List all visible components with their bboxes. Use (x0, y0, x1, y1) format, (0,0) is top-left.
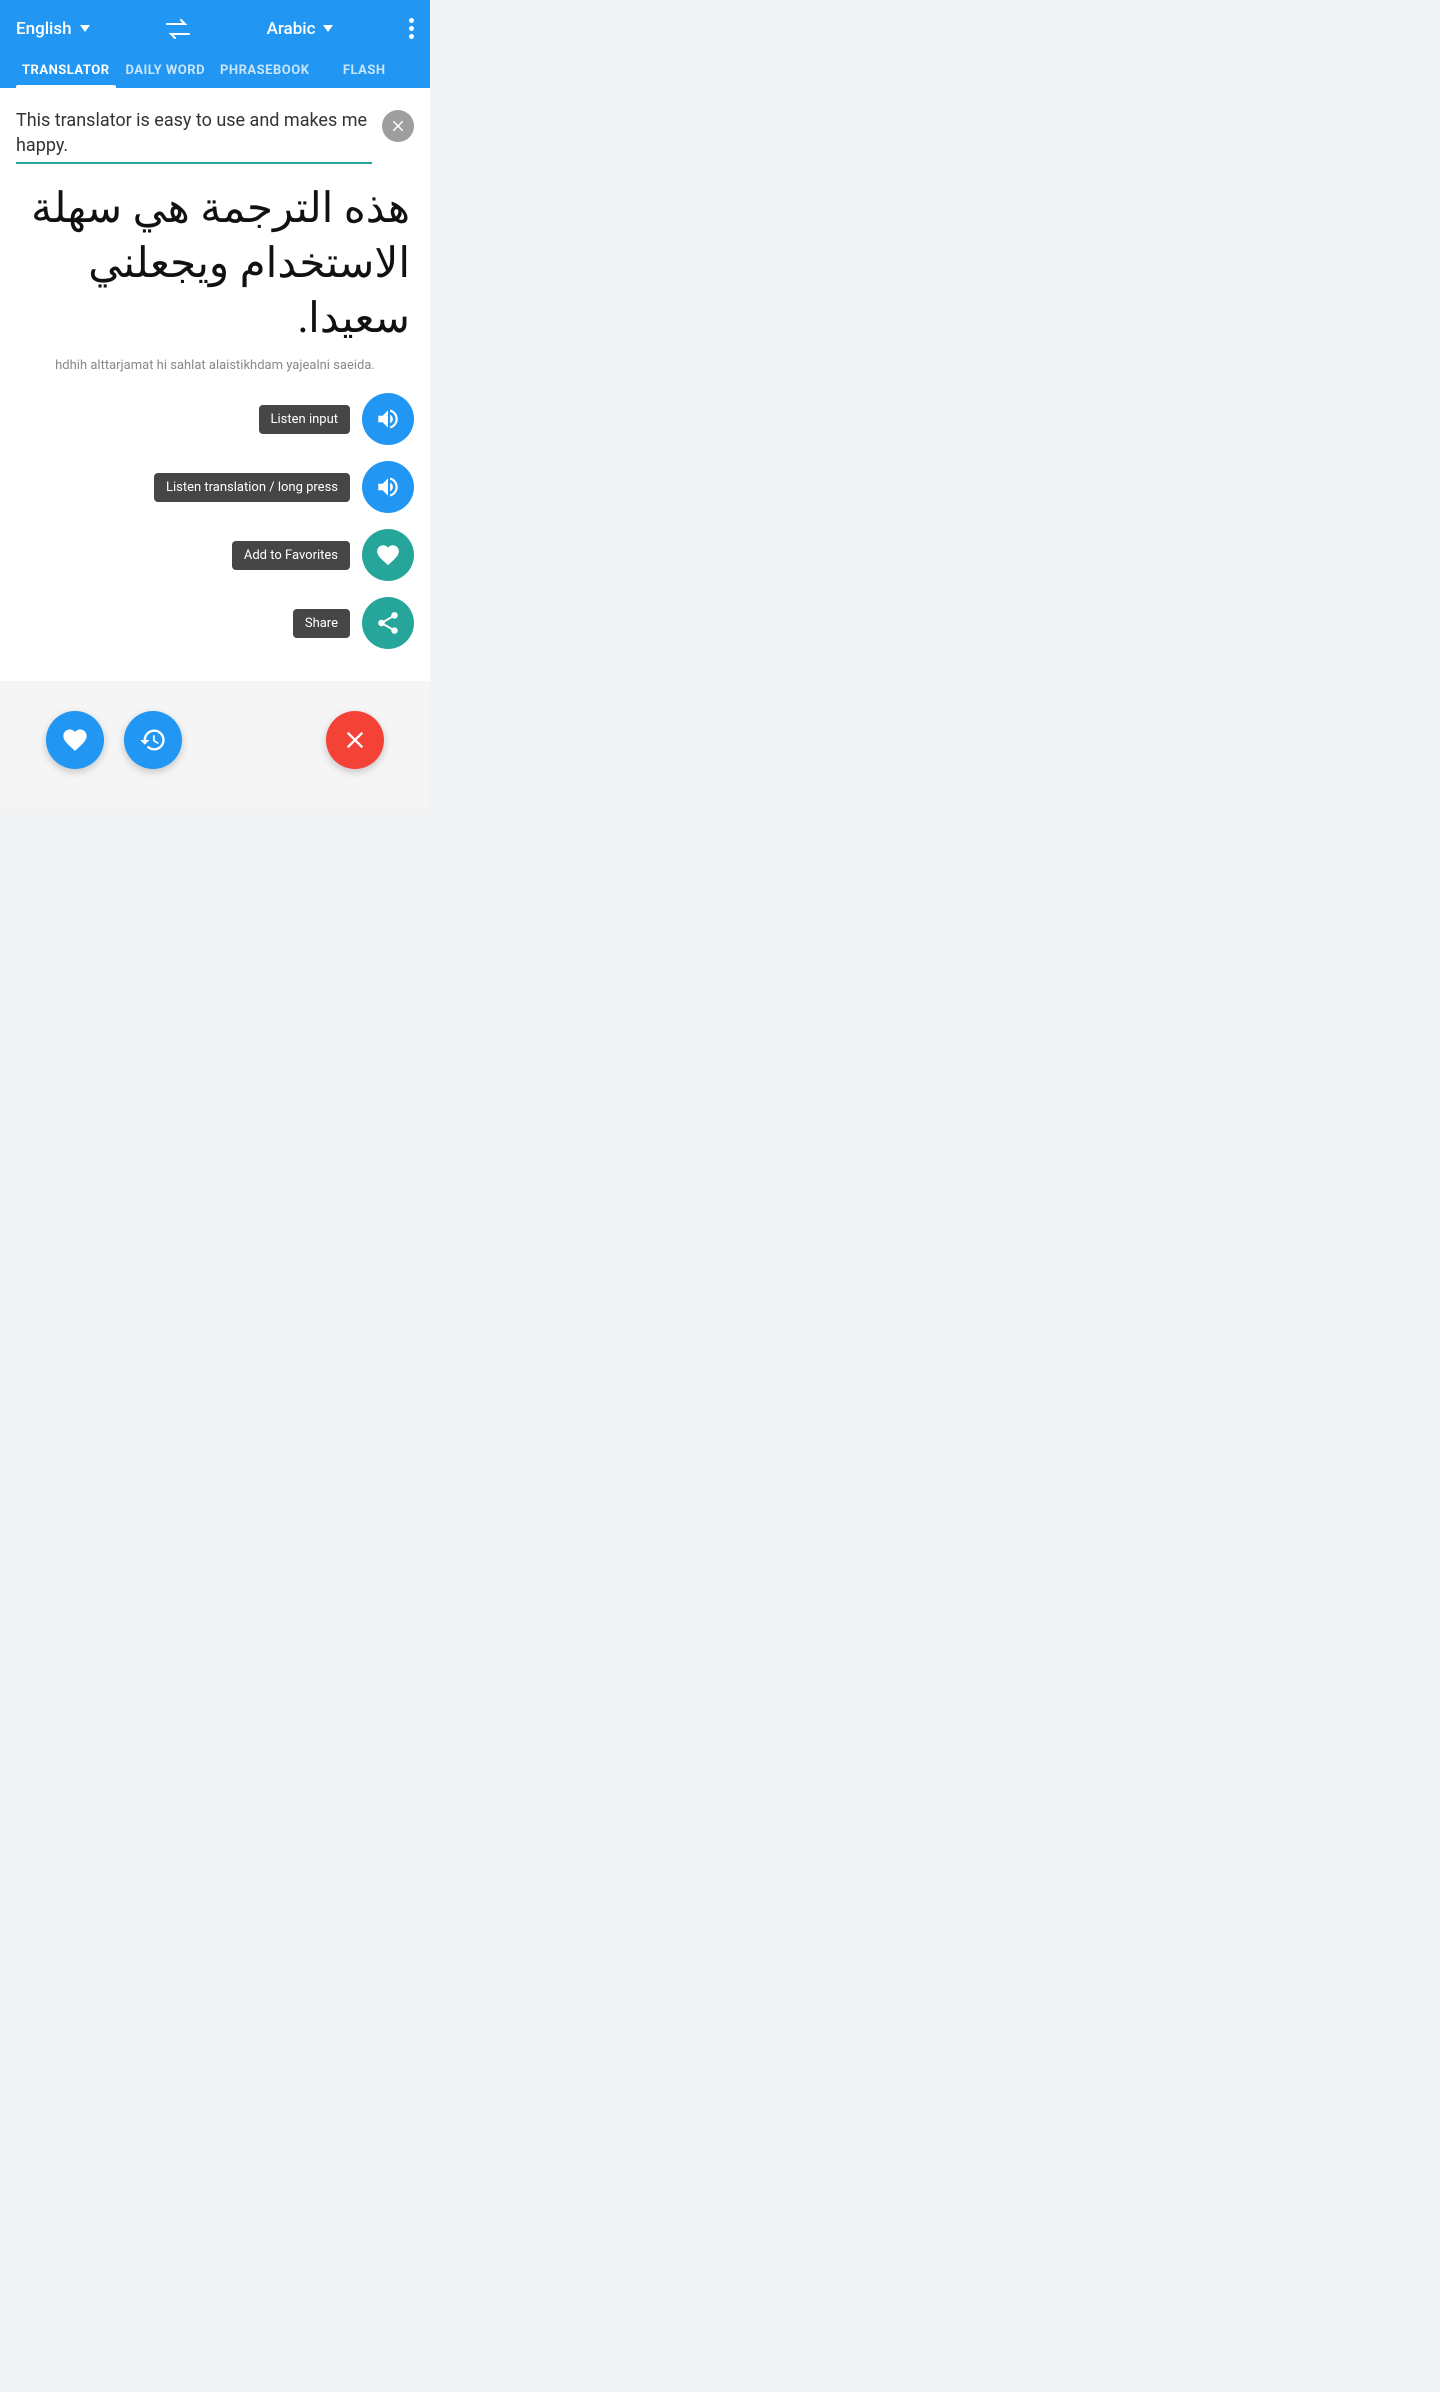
more-dot-2 (409, 26, 414, 31)
source-language-label: English (16, 19, 72, 39)
listen-input-tooltip: Listen input (259, 405, 350, 434)
volume-icon (375, 406, 401, 432)
tab-flash[interactable]: FLASH (315, 51, 415, 88)
listen-input-row: Listen input (16, 393, 414, 445)
bottom-fab-bar (16, 701, 414, 779)
more-dot-1 (409, 18, 414, 23)
bottom-section (0, 681, 430, 809)
more-dot-3 (409, 34, 414, 39)
input-area: This translator is easy to use and makes… (16, 108, 414, 158)
listen-input-button[interactable] (362, 393, 414, 445)
input-underline (16, 162, 372, 164)
swap-languages-button[interactable] (165, 19, 191, 39)
volume-icon-2 (375, 474, 401, 500)
add-favorites-tooltip: Add to Favorites (232, 541, 350, 570)
main-content: This translator is easy to use and makes… (0, 88, 430, 681)
tab-daily-word[interactable]: DAILY WORD (116, 51, 216, 88)
share-button[interactable] (362, 597, 414, 649)
share-icon (375, 610, 401, 636)
history-icon (139, 726, 167, 754)
listen-translation-row: Listen translation / long press (16, 461, 414, 513)
tab-phrasebook[interactable]: PHRASEBOOK (215, 51, 315, 88)
close-button[interactable] (326, 711, 384, 769)
tab-translator[interactable]: TRANSLATOR (16, 51, 116, 88)
translated-text: هذه الترجمة هي سهلة الاستخدام ويجعلني سع… (16, 182, 414, 346)
add-favorites-button[interactable] (362, 529, 414, 581)
source-text-input[interactable]: This translator is easy to use and makes… (16, 108, 372, 158)
target-language-label: Arabic (267, 19, 316, 39)
heart-icon-bottom (61, 726, 89, 754)
tab-bar: TRANSLATOR DAILY WORD PHRASEBOOK FLASH (16, 51, 414, 88)
header-top: English Arabic (16, 18, 414, 51)
history-button[interactable] (124, 711, 182, 769)
source-lang-dropdown-icon (80, 25, 90, 32)
target-lang-dropdown-icon (323, 25, 333, 32)
clear-input-button[interactable] (382, 110, 414, 142)
header: English Arabic TRANSLATOR DAILY WORD (0, 0, 430, 88)
share-row: Share (16, 597, 414, 649)
close-icon-bottom (341, 726, 369, 754)
transliteration-text: hdhih alttarjamat hi sahlat alaistikhdam… (16, 358, 414, 373)
target-language-selector[interactable]: Arabic (267, 19, 334, 39)
swap-icon (165, 19, 191, 39)
source-language-selector[interactable]: English (16, 19, 90, 39)
bottom-fab-group (46, 711, 182, 769)
close-icon (389, 117, 407, 135)
add-favorites-row: Add to Favorites (16, 529, 414, 581)
favorites-button[interactable] (46, 711, 104, 769)
listen-translation-button[interactable] (362, 461, 414, 513)
share-tooltip: Share (293, 609, 350, 638)
more-options-button[interactable] (409, 18, 414, 39)
heart-icon (375, 542, 401, 568)
listen-translation-tooltip: Listen translation / long press (154, 473, 350, 502)
